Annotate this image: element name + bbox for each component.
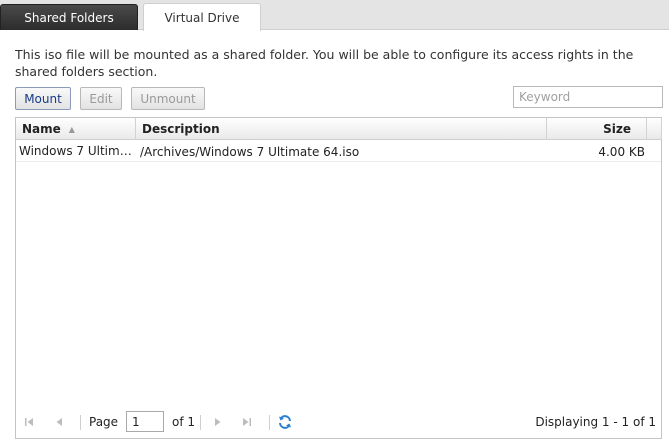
next-page-icon[interactable] [211, 415, 225, 429]
column-header-name-label: Name [22, 122, 61, 136]
iso-grid: Name ▲ Description Size Windows 7 Ultima… [15, 117, 662, 439]
edit-button-label: Edit [89, 91, 113, 106]
unmount-button-label: Unmount [140, 91, 196, 106]
mount-button[interactable]: Mount [15, 87, 71, 110]
tab-label: Virtual Drive [164, 10, 240, 25]
unmount-button[interactable]: Unmount [131, 87, 205, 110]
description-text: This iso file will be mounted as a share… [15, 47, 634, 79]
tab-virtual-drive[interactable]: Virtual Drive [143, 3, 261, 31]
page-label: Page [89, 415, 119, 429]
paging-separator [269, 415, 270, 430]
page-count-label: of 1 [172, 415, 196, 429]
keyword-search-input[interactable] [513, 86, 663, 108]
active-tab-gap [144, 29, 260, 31]
paging-toolbar: Page of 1 Displaying 1 - 1 of 1 [16, 407, 661, 438]
paging-separator [80, 415, 81, 430]
column-header-description[interactable]: Description [136, 118, 547, 140]
page-number-input[interactable] [126, 411, 164, 432]
previous-page-icon[interactable] [52, 415, 66, 429]
column-header-name[interactable]: Name ▲ [16, 118, 136, 140]
refresh-icon[interactable] [277, 414, 293, 430]
header-scroll-cap [646, 118, 661, 140]
edit-button[interactable]: Edit [80, 87, 122, 110]
tab-shared-folders[interactable]: Shared Folders [0, 4, 138, 30]
first-page-icon[interactable] [22, 415, 36, 429]
column-header-description-label: Description [142, 122, 220, 136]
paging-separator [200, 415, 201, 430]
column-header-size[interactable]: Size [547, 118, 662, 140]
row-description-cell: /Archives/Windows 7 Ultimate 64.iso [140, 144, 360, 159]
row-name-cell: Windows 7 Ultimat… [19, 144, 135, 158]
tab-label: Shared Folders [24, 10, 114, 25]
column-header-size-label: Size [603, 122, 631, 136]
mount-button-label: Mount [24, 91, 62, 106]
row-size-cell: 4.00 KB [598, 144, 645, 159]
grid-header: Name ▲ Description Size [16, 118, 662, 140]
last-page-icon[interactable] [240, 415, 254, 429]
sort-ascending-icon: ▲ [68, 124, 75, 134]
paging-display-info: Displaying 1 - 1 of 1 [535, 415, 656, 429]
table-row[interactable]: Windows 7 Ultimat… /Archives/Windows 7 U… [16, 141, 661, 162]
